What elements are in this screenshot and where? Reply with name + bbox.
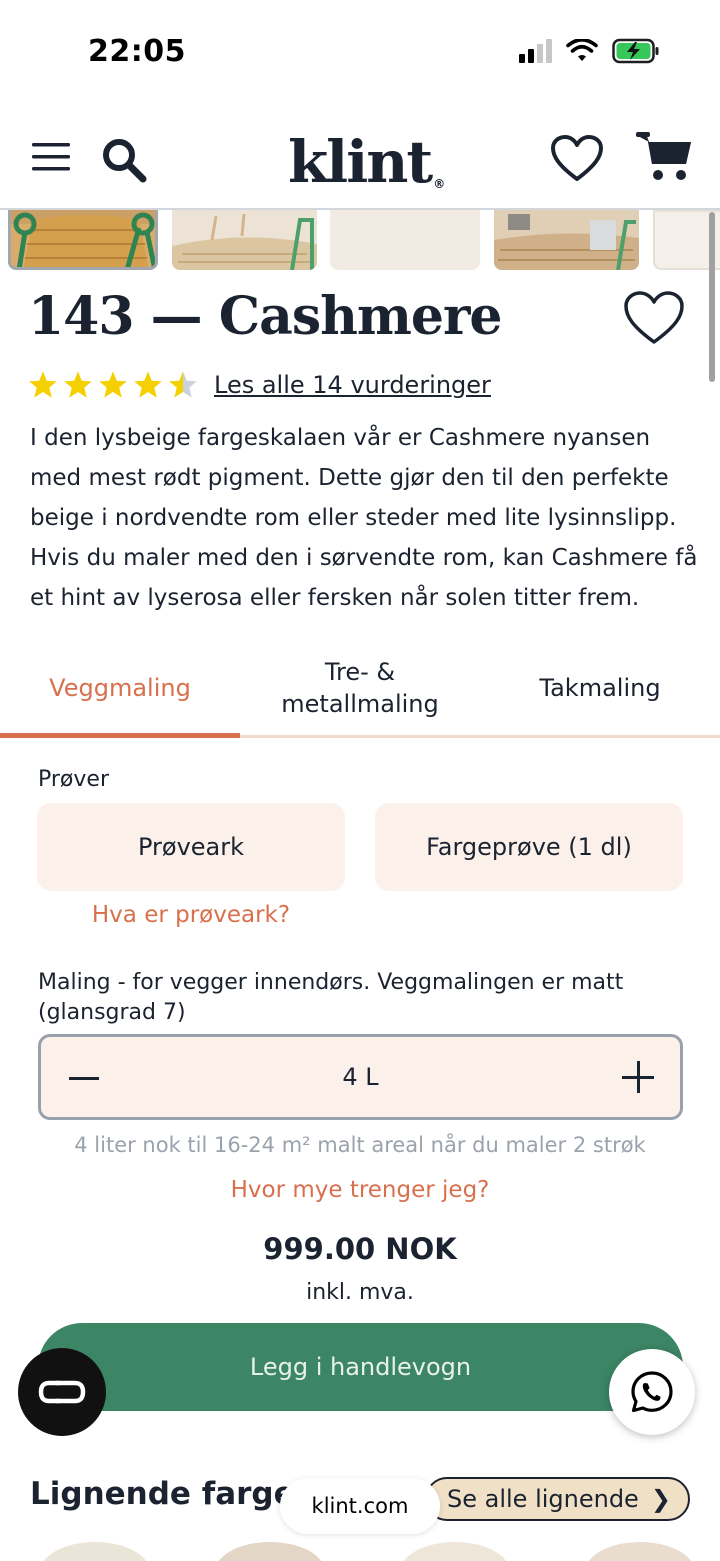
star-icon — [99, 371, 127, 398]
color-swatch[interactable] — [40, 1542, 150, 1561]
klint-logo[interactable]: klint ® — [288, 128, 445, 196]
how-much-needed-link[interactable]: Hvor mye trenger jeg? — [0, 1177, 720, 1203]
coverage-info: 4 liter nok til 16-24 m² malt areal når … — [74, 1133, 646, 1157]
site-header: klint ® — [0, 110, 720, 210]
product-image-thumbnails — [0, 210, 720, 272]
tab-label: Tre- & metallmaling — [281, 657, 439, 718]
similar-colors-title: Lignende farger — [30, 1476, 310, 1512]
active-tab-indicator — [0, 733, 240, 738]
color-swatch[interactable] — [585, 1542, 695, 1561]
battery-charging-icon — [612, 38, 659, 64]
add-to-cart-button[interactable]: Legg i handlevogn — [38, 1323, 683, 1411]
price: 999.00 NOK — [263, 1232, 457, 1266]
status-time: 22:05 — [88, 34, 186, 69]
cellular-signal-icon — [519, 39, 552, 63]
rating-row: Les alle 14 vurderinger — [28, 370, 491, 399]
quantity-value: 4 L — [342, 1063, 379, 1091]
whatsapp-button[interactable] — [609, 1349, 695, 1435]
thumbnail-image[interactable] — [330, 210, 480, 270]
star-icon — [29, 371, 57, 398]
paint-label: Maling - for vegger innendørs. Veggmalin… — [38, 970, 624, 1025]
vat-note: inkl. mva. — [306, 1280, 414, 1305]
thumbnail-image[interactable] — [8, 210, 158, 270]
read-reviews-link[interactable]: Les alle 14 vurderinger — [214, 371, 491, 399]
product-title: 143 — Cashmere — [28, 286, 502, 347]
browser-url-bar[interactable]: klint.com — [280, 1478, 440, 1534]
color-swatch[interactable] — [215, 1542, 325, 1561]
chevron-right-icon: ❯ — [650, 1485, 671, 1513]
color-swatch[interactable] — [400, 1542, 510, 1561]
see-all-label: Se alle lignende — [447, 1485, 639, 1513]
see-all-similar-button[interactable]: Se alle lignende ❯ — [425, 1477, 690, 1521]
star-rating — [28, 370, 198, 399]
what-is-sample-sheet-link[interactable]: Hva er prøveark? — [37, 902, 345, 928]
tab-takmaling[interactable]: Takmaling — [480, 640, 720, 735]
half-star-icon — [169, 371, 197, 398]
thumbnail-image[interactable] — [172, 210, 317, 270]
samples-label: Prøver — [38, 767, 109, 792]
color-sample-button[interactable]: Fargeprøve (1 dl) — [375, 803, 683, 891]
paint-type-tabs: Veggmaling Tre- & metallmaling Takmaling — [0, 640, 720, 738]
wishlist-heart-icon[interactable] — [550, 134, 604, 184]
menu-icon[interactable] — [32, 142, 70, 172]
tab-veggmaling[interactable]: Veggmaling — [0, 640, 240, 735]
chat-logo-icon — [38, 1380, 86, 1404]
search-icon[interactable] — [100, 136, 148, 184]
wifi-icon — [566, 39, 598, 61]
thumbnail-image[interactable] — [494, 210, 639, 270]
status-icons — [519, 38, 660, 64]
increase-quantity-button[interactable] — [622, 1061, 654, 1093]
product-description: I den lysbeige fargeskalaen vår er Cashm… — [30, 425, 698, 611]
star-icon — [64, 371, 92, 398]
status-bar: 22:05 — [0, 0, 720, 100]
cart-icon[interactable] — [636, 132, 694, 184]
tab-tre-metallmaling[interactable]: Tre- & metallmaling — [240, 640, 480, 735]
favorite-heart-button[interactable] — [622, 290, 686, 352]
sample-sheet-button[interactable]: Prøveark — [37, 803, 345, 891]
star-icon — [134, 371, 162, 398]
chat-button[interactable] — [18, 1348, 106, 1436]
scrollbar[interactable] — [709, 212, 715, 382]
quantity-stepper: 4 L — [38, 1034, 683, 1120]
whatsapp-icon — [631, 1371, 673, 1413]
